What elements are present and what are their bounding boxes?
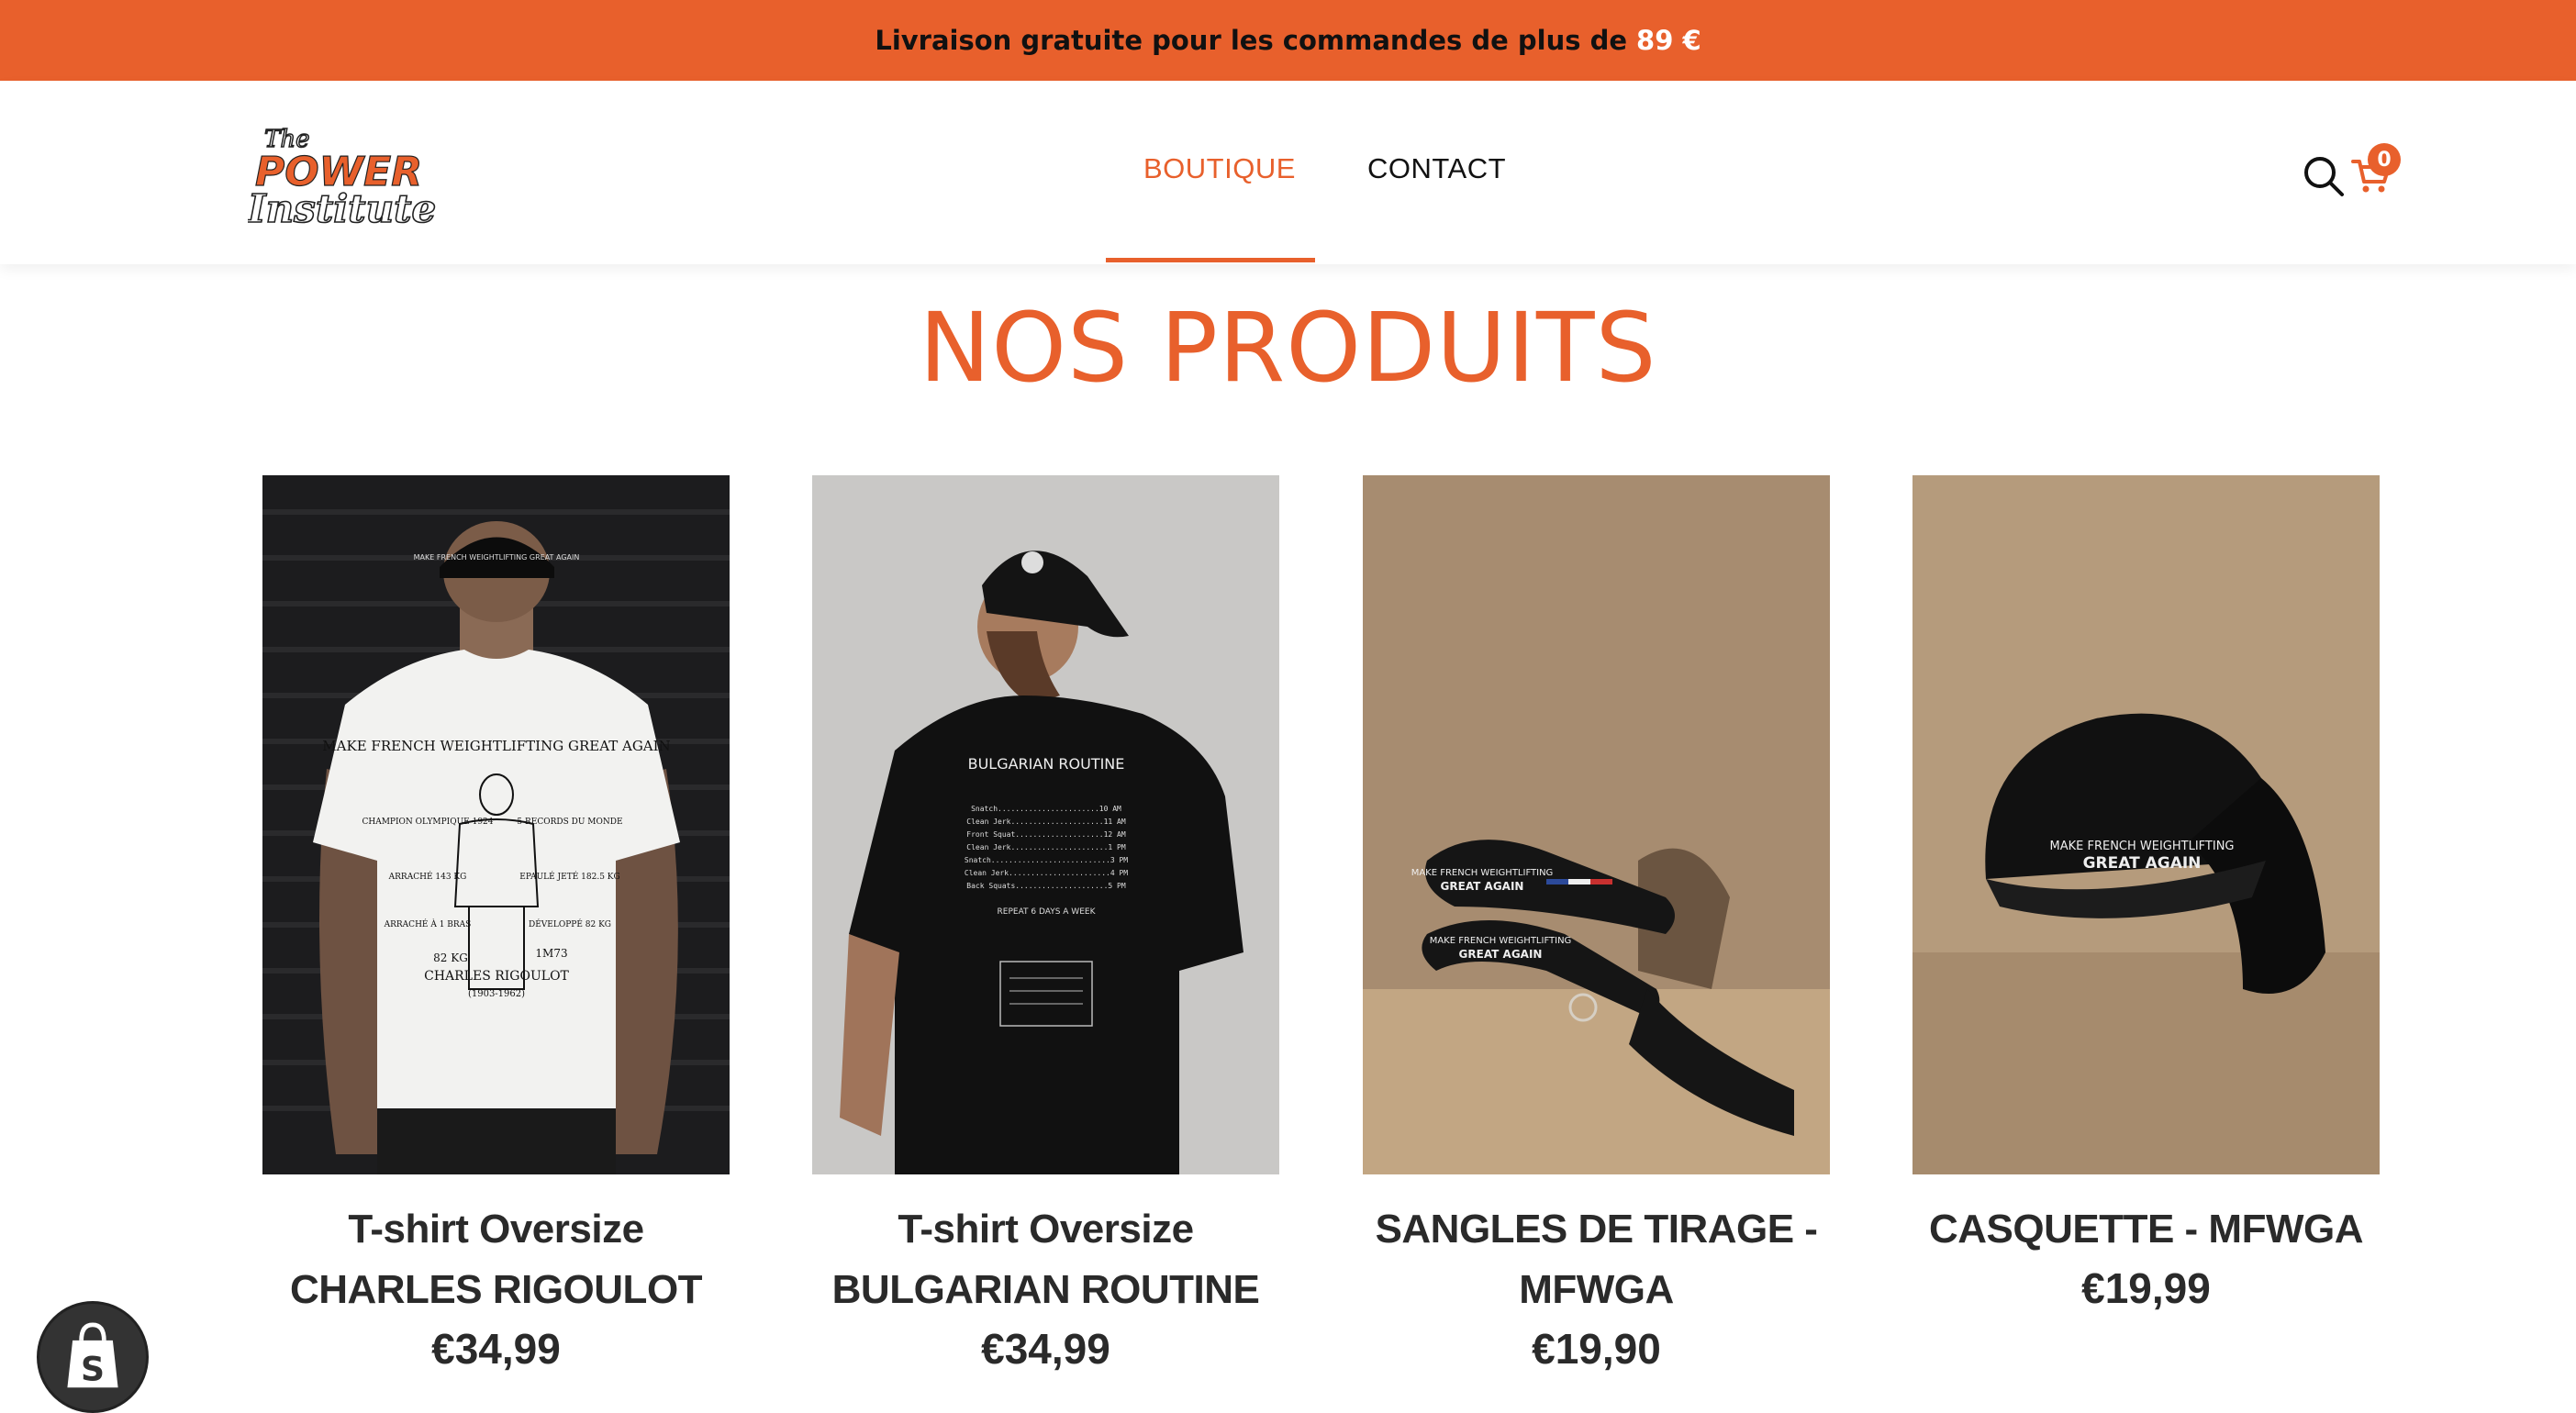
tee-print-weight: 82 KG — [433, 951, 468, 964]
product-title[interactable]: CASQUETTE - MFWGA — [1912, 1199, 2380, 1260]
product-price: €34,99 — [981, 1325, 1110, 1373]
tee-print-right-3: DÉVELOPPÉ 82 KG — [529, 918, 611, 929]
svg-text:S: S — [81, 1350, 105, 1389]
product-image-charles-rigoulot[interactable]: MAKE FRENCH WEIGHTLIFTING GREAT AGAIN MA… — [262, 475, 730, 1174]
tee-print-name: CHARLES RIGOULOT — [424, 969, 569, 984]
product-price: €19,90 — [1532, 1325, 1661, 1373]
tee-print-left-2: ARRACHÉ 143 KG — [388, 871, 467, 882]
cap-print-line2: GREAT AGAIN — [2083, 854, 2202, 873]
announcement-bar: Livraison gratuite pour les commandes de… — [0, 0, 2576, 81]
product-card[interactable]: MAKE FRENCH WEIGHTLIFTING GREAT AGAIN MA… — [262, 475, 730, 1374]
tee-print-height: 1M73 — [535, 947, 567, 960]
product-image-bulgarian-routine[interactable]: BULGARIAN ROUTINE Snatch................… — [812, 475, 1279, 1174]
tee2-print-line-4: Clean Jerk......................1 PM — [966, 843, 1126, 851]
nav-boutique[interactable]: BOUTIQUE — [1143, 152, 1296, 185]
search-icon[interactable] — [2302, 154, 2346, 198]
cart-count-badge[interactable]: 0 — [2368, 143, 2401, 176]
strap-print-4: GREAT AGAIN — [1459, 948, 1543, 961]
main-nav: BOUTIQUE CONTACT — [0, 81, 2576, 264]
product-title[interactable]: T-shirt Oversize BULGARIAN ROUTINE — [812, 1199, 1279, 1320]
tee2-print-title: BULGARIAN ROUTINE — [968, 755, 1125, 773]
tee2-print-line-2: Clean Jerk.....................11 AM — [966, 818, 1126, 826]
tee2-print-footer: REPEAT 6 DAYS A WEEK — [998, 907, 1097, 917]
tee2-print-line-6: Clean Jerk.......................4 PM — [965, 869, 1128, 877]
strap-print-2: GREAT AGAIN — [1441, 880, 1524, 893]
tee-print-right-1: 5 RECORDS DU MONDE — [517, 818, 622, 827]
strap-print-1: MAKE FRENCH WEIGHTLIFTING — [1411, 868, 1554, 878]
site-header: The POWER Institute BOUTIQUE CONTACT — [0, 81, 2576, 264]
tee-print-years: (1903-1962) — [468, 989, 525, 999]
nav-active-underline — [1106, 258, 1315, 262]
tee-print-left-1: CHAMPION OLYMPIQUE 1924 — [362, 818, 493, 827]
tee2-print-line-5: Snatch...........................3 PM — [965, 856, 1128, 864]
tee-print-left-3: ARRACHÉ À 1 BRAS — [384, 918, 472, 929]
product-card[interactable]: BULGARIAN ROUTINE Snatch................… — [812, 475, 1279, 1374]
announcement-text: Livraison gratuite pour les commandes de… — [875, 25, 1628, 56]
product-image-sangles[interactable]: MAKE FRENCH WEIGHTLIFTING GREAT AGAIN MA… — [1363, 475, 1830, 1174]
product-title[interactable]: T-shirt Oversize CHARLES RIGOULOT — [262, 1199, 730, 1320]
product-price: €19,99 — [2081, 1264, 2211, 1312]
announcement-amount: 89 € — [1636, 25, 1701, 56]
tee2-print-line-3: Front Squat....................12 AM — [966, 830, 1126, 839]
product-title[interactable]: SANGLES DE TIRAGE - MFWGA — [1363, 1199, 1830, 1320]
cap-print-line1: MAKE FRENCH WEIGHTLIFTING — [2049, 840, 2234, 853]
shopify-icon[interactable]: S — [37, 1301, 149, 1413]
strap-print-3: MAKE FRENCH WEIGHTLIFTING — [1430, 936, 1572, 946]
tee2-print-line-1: Snatch.......................10 AM — [971, 805, 1121, 813]
tee-print-right-2: EPAULÉ JETÉ 182.5 KG — [519, 871, 619, 882]
cap-print-1: MAKE FRENCH WEIGHTLIFTING GREAT AGAIN — [414, 553, 580, 562]
product-card[interactable]: MAKE FRENCH WEIGHTLIFTING GREAT AGAIN MA… — [1363, 475, 1830, 1374]
nav-contact[interactable]: CONTACT — [1367, 152, 1506, 185]
tee-print-title: MAKE FRENCH WEIGHTLIFTING GREAT AGAIN — [322, 738, 670, 754]
page-title: NOS PRODUITS — [919, 292, 1657, 404]
product-price: €34,99 — [431, 1325, 561, 1373]
product-image-casquette[interactable]: MAKE FRENCH WEIGHTLIFTING GREAT AGAIN — [1912, 475, 2380, 1174]
tee2-print-line-7: Back Squats.....................5 PM — [966, 882, 1126, 890]
product-card[interactable]: MAKE FRENCH WEIGHTLIFTING GREAT AGAIN CA… — [1912, 475, 2380, 1313]
